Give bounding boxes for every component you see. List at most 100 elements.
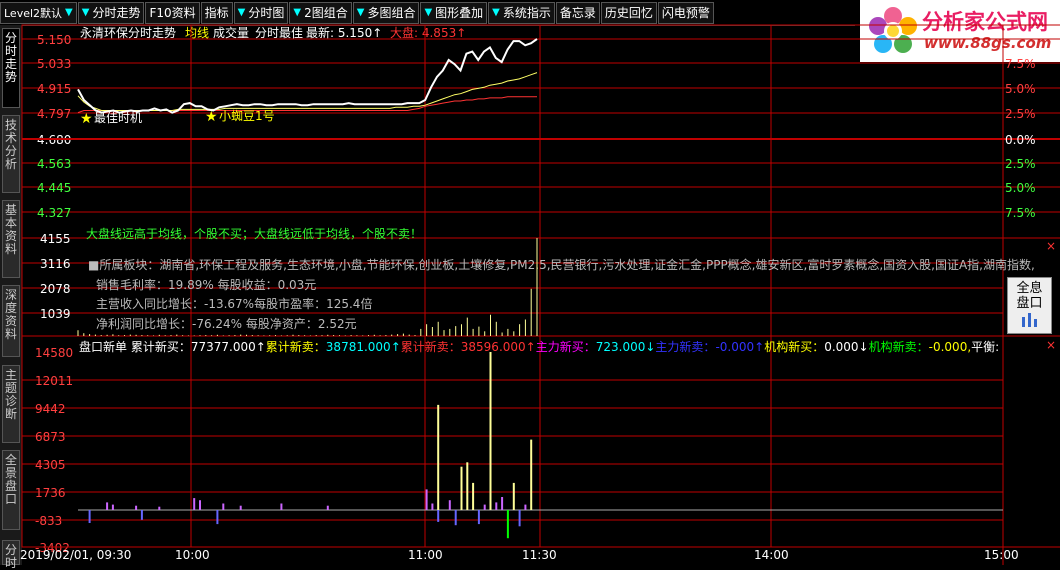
volume-tick: 4155 <box>40 232 71 246</box>
flow-header-part: 38596.000↑ <box>461 340 536 354</box>
info-line: 销售毛利率：19.89% 每股收益：0.03元 <box>96 277 316 292</box>
price-tick: 5.150 <box>37 33 71 47</box>
dropdown-arrow-icon: ▼ <box>65 7 73 18</box>
side-tab-5[interactable]: 全景盘口 <box>2 450 20 530</box>
star-icon: ★ <box>80 111 93 127</box>
flow-tick: 9442 <box>35 402 66 416</box>
dropdown-arrow-icon: ▼ <box>492 7 500 18</box>
flower-logo-icon <box>869 7 917 53</box>
toolbar-item-5[interactable]: ▼ 2图组合 <box>289 1 352 24</box>
toolbar-item-label: 指标 <box>204 6 229 20</box>
quick-button-line1: 全息 <box>1016 281 1043 296</box>
side-tab-3[interactable]: 深度资料 <box>2 285 20 357</box>
pct-tick: 2.5% <box>1005 107 1036 121</box>
flow-header-part: 主力新卖： <box>655 339 715 354</box>
dropdown-arrow-icon: ▼ <box>356 7 365 18</box>
market-price: 大盘: 4.853↑ <box>390 25 466 40</box>
toolbar-item-7[interactable]: ▼ 图形叠加 <box>420 1 488 24</box>
flow-header-part: 机构新卖： <box>869 339 929 354</box>
flow-header-part: 累计新卖： <box>401 339 461 354</box>
flow-header-part: 38781.000↑ <box>326 340 401 354</box>
bar-chart-icon <box>1021 313 1037 327</box>
pct-tick: 0.0% <box>1005 133 1036 147</box>
side-tab-0[interactable]: 分时走势 <box>2 28 20 108</box>
side-tab-2[interactable]: 基本资料 <box>2 200 20 278</box>
info-line: ■所属板块：湖南省,环保工程及服务,生态环境,小盘,节能环保,创业板,土壤修复,… <box>88 257 1035 272</box>
flow-header-part: -0.000↑ <box>715 340 764 354</box>
site-logo: 分析家公式网 www.88gs.com <box>860 0 1060 62</box>
info-line: 主营收入同比增长：-13.67%每股市盈率：125.4倍 <box>96 296 372 311</box>
logo-brand: 分析家公式网 <box>922 10 1048 34</box>
toolbar-item-8[interactable]: ▼ 系统指示 <box>488 1 555 24</box>
warning-text: 大盘线远高于均线，个股不买；大盘线远低于均线，个股不卖！ <box>86 226 422 241</box>
flow-tick: -833 <box>35 514 62 528</box>
toolbar-item-label: 2图组合 <box>304 6 348 20</box>
volume-tick: 1039 <box>40 307 71 321</box>
stock-title: 永清环保分时走势 <box>80 26 176 40</box>
flow-header-part: 77377.000↑ <box>191 340 266 354</box>
time-label: 15:00 <box>984 548 1019 562</box>
toolbar-item-label: Level2默认 <box>4 6 63 20</box>
price-line <box>77 38 538 114</box>
dropdown-arrow-icon: ▼ <box>237 7 246 18</box>
flow-tick: 6873 <box>35 430 66 444</box>
volume-tick: 2078 <box>40 282 71 296</box>
flow-header-part: 盘口新单 累计新买： <box>79 339 191 354</box>
toolbar-item-label: F10资料 <box>149 6 196 20</box>
quick-panorama-button[interactable]: 全息 盘口 <box>1007 277 1052 334</box>
toolbar-item-label: 分时图 <box>248 6 285 20</box>
flow-header-part: 累计新卖： <box>266 339 326 354</box>
close-icon: × <box>1046 239 1056 253</box>
time-label: 2019/02/01, 09:30 <box>20 548 131 562</box>
pct-tick: 5.0% <box>1005 181 1036 195</box>
toolbar-item-1[interactable]: ▼ 分时走势 <box>77 1 145 24</box>
toolbar-item-label: 历史回忆 <box>604 6 653 20</box>
toolbar-item-label: 分时走势 <box>92 6 141 20</box>
side-tab-6[interactable]: 分时 <box>2 540 20 570</box>
toolbar-item-label: 备忘录 <box>559 6 596 20</box>
logo-site: www.88gs.com <box>924 34 1052 52</box>
side-tab-4[interactable]: 主题诊断 <box>2 365 20 443</box>
pct-tick: 2.5% <box>1005 157 1036 171</box>
time-label: 10:00 <box>175 548 210 562</box>
flow-header-part: 主力新买： <box>536 339 596 354</box>
toolbar-item-2[interactable]: F10资料 <box>145 1 200 24</box>
pct-tick: 5.0% <box>1005 82 1036 96</box>
toolbar-item-10[interactable]: 历史回忆 <box>600 1 657 24</box>
toolbar-item-11[interactable]: 闪电预警 <box>657 1 714 24</box>
flow-tick: 1736 <box>35 486 66 500</box>
toolbar-item-9[interactable]: 备忘录 <box>555 1 600 24</box>
flow-header-part: -0.000, <box>929 340 972 354</box>
toolbar-item-6[interactable]: ▼ 多图组合 <box>352 1 420 24</box>
dropdown-arrow-icon: ▼ <box>424 7 433 18</box>
time-label: 11:00 <box>408 548 443 562</box>
price-tick: 4.680 <box>37 133 71 147</box>
intraday-chart: 5.150 5.033 4.915 4.797 4.680 4.563 4.445 4.327… <box>20 24 1060 565</box>
dropdown-arrow-icon: ▼ <box>81 7 90 18</box>
flow-tick: -3402 <box>35 541 70 555</box>
ma-label: 均线 <box>185 26 209 40</box>
toolbar-item-0[interactable]: Level2默认 ▼ <box>0 1 77 24</box>
price-tick: 4.445 <box>37 181 71 195</box>
flow-header-part: 平衡: <box>971 340 999 354</box>
volume-tick: 3116 <box>40 257 71 271</box>
time-label: 14:00 <box>754 548 789 562</box>
quick-button-line2: 盘口 <box>1016 296 1043 311</box>
marker-label: 最佳时机 <box>94 111 142 125</box>
vol-label: 成交量 <box>213 25 249 40</box>
marker-label: 小蜘豆1号 <box>219 109 275 123</box>
flow-tick: 12011 <box>35 374 73 388</box>
price-tick: 4.915 <box>37 82 71 96</box>
toolbar: Level2默认 ▼ ▼ 分时走势 F10资料 指标 ▼ 分时图 ▼ 2图组合 ▼ 多图组合 ▼ 图形叠加… <box>0 0 855 26</box>
side-tab-1[interactable]: 技术分析 <box>2 115 20 193</box>
toolbar-item-4[interactable]: ▼ 分时图 <box>233 1 289 24</box>
price-tick: 4.563 <box>37 157 71 171</box>
price-tick: 5.033 <box>37 57 71 71</box>
toolbar-item-label: 图形叠加 <box>435 6 484 20</box>
price-tick: 4.797 <box>37 107 71 121</box>
star-icon: ★ <box>205 109 218 125</box>
toolbar-item-3[interactable]: 指标 <box>200 1 233 24</box>
flow-header-part: 0.000↓ <box>824 340 868 354</box>
avg-line <box>77 72 538 111</box>
flow-header: 盘口新单 累计新买：77377.000↑累计新卖：38781.000↑累计新卖：… <box>79 339 999 354</box>
